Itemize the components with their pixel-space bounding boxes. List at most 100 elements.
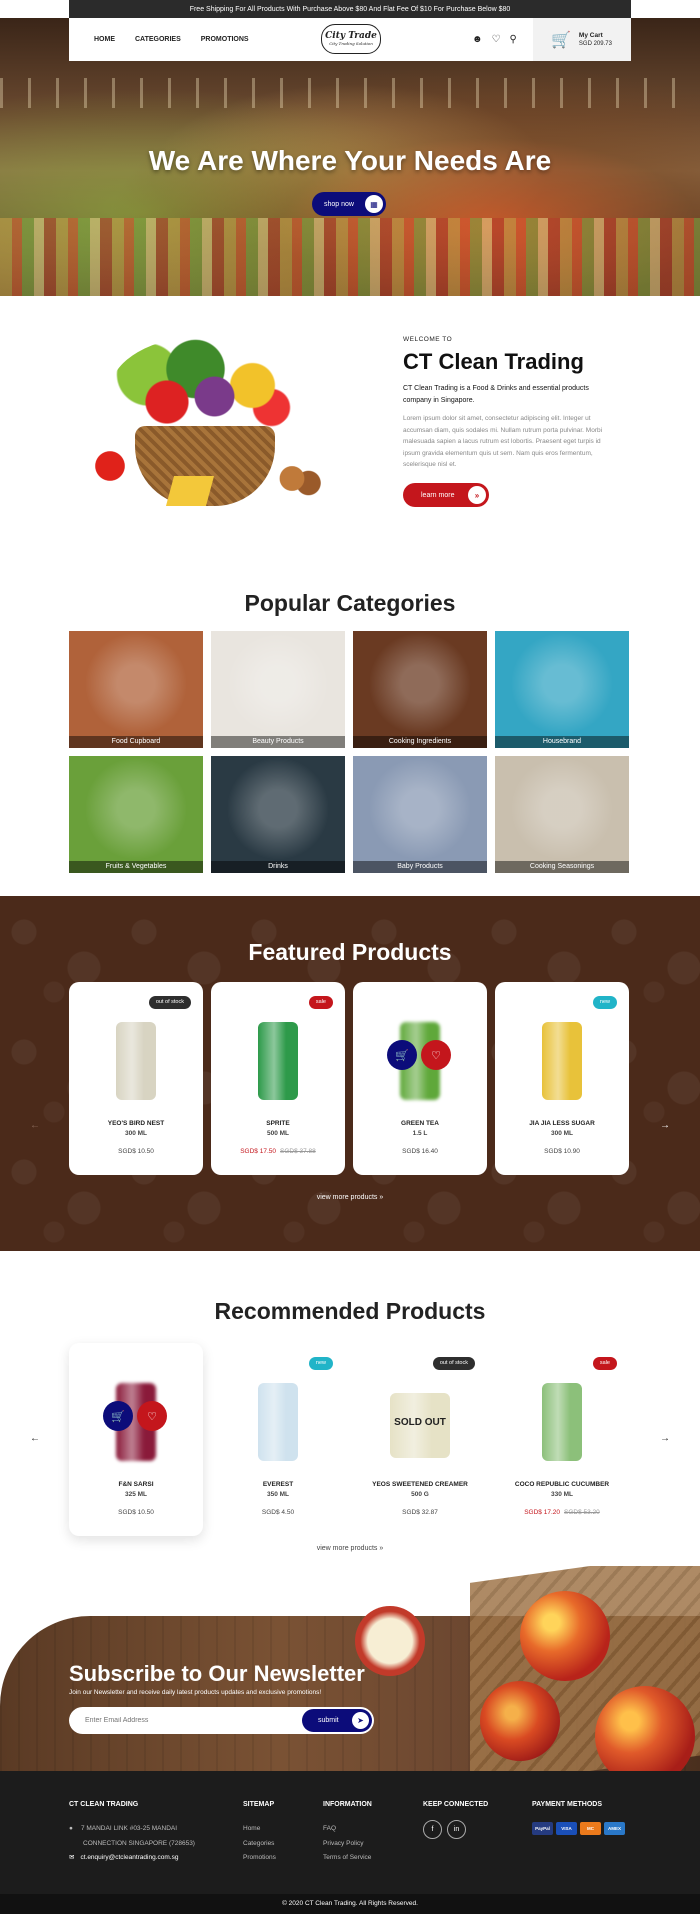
product-card[interactable]: 🛒 ♡ GREEN TEA 1.5 L SGD$ 16.40 (353, 982, 487, 1175)
product-price: SGD$ 10.90 (544, 1148, 580, 1155)
product-card[interactable]: new JIA JIA LESS SUGAR 300 ML SGD$ 10.90 (495, 982, 629, 1175)
wishlist-heart-icon[interactable]: ♡ (421, 1040, 451, 1070)
submit-label: submit (318, 1717, 339, 1724)
sitemap-link[interactable]: Promotions (243, 1851, 276, 1866)
vegetable-basket-image (70, 326, 345, 531)
featured-section: Featured Products ← out of stock YEO'S BI… (0, 896, 700, 1251)
header-icons: ☻ ♡ ⚲ (472, 34, 517, 45)
connected-title: KEEP CONNECTED (423, 1801, 489, 1808)
nav-home[interactable]: HOME (94, 36, 115, 43)
category-label: Cooking Ingredients (353, 736, 487, 748)
product-image (542, 1383, 582, 1461)
site-logo[interactable]: City Trade City Trading Solution (321, 24, 381, 54)
linkedin-icon[interactable]: in (447, 1820, 466, 1839)
footer-social: KEEP CONNECTED f in (423, 1801, 488, 1839)
product-card[interactable]: out of stock SOLD OUT YEOS SWEETENED CREAM… (353, 1343, 487, 1536)
location-pin-icon: ● (69, 1825, 73, 1832)
product-price-row: SGD$ 10.50 (69, 1509, 203, 1516)
recommended-section: Recommended Products ← 🛒 ♡ F&N SARSI 325 ML… (0, 1251, 700, 1566)
footer-payment: PAYMENT METHODS PayPal VISA MC AMEX (532, 1801, 625, 1835)
hero-title: We Are Where Your Needs Are (148, 145, 552, 176)
product-badge: out of stock (432, 1357, 475, 1370)
sitemap-link[interactable]: Home (243, 1822, 276, 1837)
welcome-text: WELCOME TO CT Clean Trading CT Clean Tra… (403, 336, 618, 471)
product-size: 500 ML (266, 1130, 290, 1137)
product-card[interactable]: 🛒 ♡ F&N SARSI 325 ML SGD$ 10.50 (69, 1343, 203, 1536)
company-title: CT Clean Trading (403, 349, 584, 374)
facebook-icon[interactable]: f (423, 1820, 442, 1839)
paypal-icon: PayPal (532, 1822, 553, 1835)
submit-button[interactable]: submit ➤ (302, 1709, 372, 1732)
view-more-label: view more products (316, 1194, 378, 1201)
category-card[interactable]: Fruits & Vegetables (69, 756, 203, 873)
product-price-row: SGD$ 17.20 SGD$ 53.20 (495, 1509, 629, 1516)
mastercard-icon: MC (580, 1822, 601, 1835)
categories-section: Popular Categories Food Cupboard Beauty P… (0, 576, 700, 896)
product-card[interactable]: out of stock YEO'S BIRD NEST 300 ML SGD$ 10… (69, 982, 203, 1175)
user-icon[interactable]: ☻ (472, 34, 483, 45)
cart-total: SGD 209.73 (578, 40, 612, 47)
newsletter-title: Subscribe to Our Newsletter (69, 1661, 365, 1686)
product-price-row: SGD$ 10.90 (495, 1148, 629, 1155)
product-image (258, 1022, 298, 1100)
recommended-view-more[interactable]: view more products » (0, 1545, 700, 1552)
next-arrow-icon[interactable]: → (658, 1118, 672, 1132)
info-link[interactable]: Terms of Service (323, 1851, 372, 1866)
info-link[interactable]: FAQ (323, 1822, 372, 1837)
product-card[interactable]: sale COCO REPUBLIC CUCUMBER 330 ML SGD$ 17.… (495, 1343, 629, 1536)
info-link[interactable]: Privacy Policy (323, 1837, 372, 1852)
prev-arrow-icon[interactable]: ← (28, 1431, 42, 1445)
product-image: SOLD OUT (390, 1393, 450, 1458)
search-icon[interactable]: ⚲ (510, 34, 517, 45)
heart-icon[interactable]: ♡ (492, 34, 501, 45)
view-more-label: view more products (316, 1545, 378, 1552)
add-to-cart-icon[interactable]: 🛒 (387, 1040, 417, 1070)
category-card[interactable]: Beauty Products (211, 631, 345, 748)
cart-icon: 🛒 (551, 31, 571, 49)
category-card[interactable]: Housebrand (495, 631, 629, 748)
recommended-title: Recommended Products (214, 1298, 486, 1324)
learn-more-button[interactable]: learn more » (403, 483, 489, 507)
product-price: SGD$ 17.50 (240, 1148, 276, 1155)
product-size: 300 ML (550, 1130, 574, 1137)
product-name: GREEN TEA (401, 1120, 439, 1127)
product-image (542, 1022, 582, 1100)
sitemap-link[interactable]: Categories (243, 1837, 276, 1852)
nav-categories[interactable]: CATEGORIES (135, 36, 181, 43)
category-label: Housebrand (495, 736, 629, 748)
product-size: 325 ML (124, 1491, 148, 1498)
product-card[interactable]: new EVEREST 350 ML SGD$ 4.50 (211, 1343, 345, 1536)
product-price-row: SGD$ 16.40 (353, 1148, 487, 1155)
product-name: YEO'S BIRD NEST (107, 1120, 165, 1127)
wishlist-heart-icon[interactable]: ♡ (137, 1401, 167, 1431)
product-size: 500 G (411, 1491, 429, 1498)
shop-now-button[interactable]: shop now ▦ (312, 192, 386, 216)
hero-shelf (0, 218, 700, 296)
product-badge: new (308, 1357, 333, 1370)
next-arrow-icon[interactable]: → (658, 1431, 672, 1445)
company-description: Lorem ipsum dolor sit amet, consectetur … (403, 415, 603, 468)
apple-image (480, 1681, 560, 1761)
prev-arrow-icon[interactable]: ← (28, 1118, 42, 1132)
category-card[interactable]: Drinks (211, 756, 345, 873)
product-size: 1.5 L (412, 1130, 428, 1137)
categories-title: Popular Categories (244, 590, 456, 616)
main-nav: HOME CATEGORIES PROMOTIONS (69, 36, 249, 43)
add-to-cart-icon[interactable]: 🛒 (103, 1401, 133, 1431)
category-label: Beauty Products (211, 736, 345, 748)
address-line-1: 7 MANDAI LINK #03-25 MANDAI (80, 1825, 178, 1832)
featured-view-more[interactable]: view more products » (0, 1194, 700, 1201)
product-image (116, 1022, 156, 1100)
footer-email[interactable]: ct.enquiry@ctcleantrading.com.sg (80, 1854, 178, 1861)
product-card[interactable]: sale SPRITE 500 ML SGD$ 17.50 SGD$ 37.88 (211, 982, 345, 1175)
cart-button[interactable]: 🛒 My Cart SGD 209.73 (533, 18, 631, 61)
category-card[interactable]: Cooking Ingredients (353, 631, 487, 748)
category-card[interactable]: Cooking Seasonings (495, 756, 629, 873)
product-price-row: SGD$ 17.50 SGD$ 37.88 (211, 1148, 345, 1155)
product-price: SGD$ 10.50 (118, 1509, 154, 1516)
nav-promotions[interactable]: PROMOTIONS (201, 36, 249, 43)
product-badge: out of stock (148, 996, 191, 1009)
category-card[interactable]: Baby Products (353, 756, 487, 873)
welcome-section: WELCOME TO CT Clean Trading CT Clean Tra… (0, 296, 700, 576)
category-card[interactable]: Food Cupboard (69, 631, 203, 748)
